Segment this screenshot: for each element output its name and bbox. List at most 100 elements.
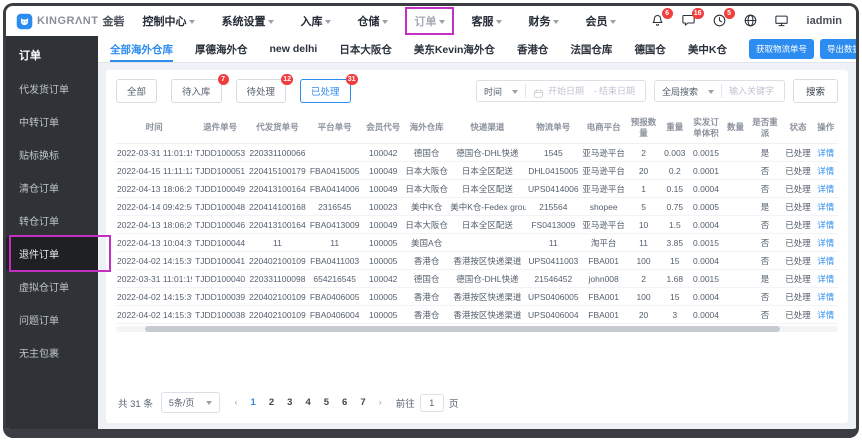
cell: 2022-04-13 18:06:20 <box>116 179 193 199</box>
page-button-5[interactable]: 5 <box>324 397 329 408</box>
sidebar-item-8[interactable]: 问题订单 <box>6 303 98 336</box>
column-header: 重量 <box>660 112 689 145</box>
monitor-icon[interactable] <box>774 13 790 29</box>
username[interactable]: iadmin <box>807 15 842 27</box>
nav-item-5[interactable]: 订单 <box>405 7 455 35</box>
status-filter-1[interactable]: 全部 <box>116 79 158 103</box>
goto-label: 前往 <box>395 398 415 410</box>
table-row: 2022-04-13 18:06:20 TJDD100046 22041310016… <box>116 215 838 235</box>
page-button-2[interactable]: 2 <box>269 397 274 408</box>
warehouse-tab-3[interactable]: new delhi <box>270 36 318 62</box>
search-button[interactable]: 搜索 <box>792 79 838 103</box>
keyword-input[interactable] <box>721 86 784 96</box>
sidebar-item-7[interactable]: 虚拟仓订单 <box>6 270 98 303</box>
cell: 否 <box>747 161 783 181</box>
calendar-icon <box>533 86 544 98</box>
logo-text-cn: 金砦 <box>102 16 125 28</box>
prev-page-button[interactable]: ‹ <box>234 397 237 408</box>
time-select[interactable]: 时间 <box>477 85 525 98</box>
warehouse-tab-1[interactable]: 全部海外仓库 <box>110 36 173 62</box>
cell: 0.0015 <box>688 233 724 253</box>
cell: 2022-03-31 11:01:19 <box>116 269 193 289</box>
detail-link[interactable]: 详情 <box>813 287 838 307</box>
sidebar-item-2[interactable]: 中转订单 <box>6 105 98 138</box>
detail-link[interactable]: 详情 <box>813 161 838 181</box>
bell-badge: 6 <box>661 8 673 19</box>
detail-link[interactable]: 详情 <box>813 215 838 235</box>
nav-item-1[interactable]: 控制中心 <box>142 13 196 29</box>
globe-icon[interactable] <box>743 13 759 29</box>
bell-icon[interactable]: 6 <box>650 8 673 29</box>
detail-link[interactable]: 详情 <box>813 197 838 217</box>
divider <box>524 84 526 98</box>
warehouse-tab-8[interactable]: 德国仓 <box>634 36 666 62</box>
page-button-7[interactable]: 7 <box>360 397 365 408</box>
nav-item-6[interactable]: 客服 <box>471 13 503 29</box>
sidebar-item-3[interactable]: 贴标换标 <box>6 138 98 171</box>
cell: 0.15 <box>660 179 689 199</box>
cell: TJDD100051 <box>192 161 248 181</box>
cell: FBA0406005 <box>306 287 363 307</box>
cell: 220331100098 <box>247 269 307 289</box>
warehouse-tab-2[interactable]: 厚德海外仓 <box>195 36 248 62</box>
page-button-1[interactable]: 1 <box>251 397 256 408</box>
status-filter-2[interactable]: 待入库 7 <box>171 74 229 103</box>
sidebar-item-5[interactable]: 转仓订单 <box>6 204 98 237</box>
cell: 亚马逊平台 <box>581 179 627 199</box>
sidebar-item-1[interactable]: 代发货订单 <box>6 72 98 105</box>
warehouse-tab-6[interactable]: 香港仓 <box>517 36 549 62</box>
message-icon[interactable]: 16 <box>681 8 704 29</box>
cell: 0.0005 <box>688 197 724 217</box>
page-button-6[interactable]: 6 <box>342 397 347 408</box>
cell: 美中K仓 <box>404 197 450 217</box>
cell: 已处理 <box>782 305 814 325</box>
orders-table-wrap: 时间 退件单号 代发货单号 平台单号 会员代号 海外仓库 快递渠道 物流单号 电商平台 预报数量重… <box>116 112 838 325</box>
cell: 否 <box>747 233 783 253</box>
horizontal-scrollbar[interactable] <box>116 326 838 333</box>
cell: 0.0015 <box>688 269 724 289</box>
action-button-2[interactable]: 导出数据 <box>820 39 856 59</box>
next-page-button[interactable]: › <box>379 397 382 408</box>
sidebar-item-6[interactable]: 退件订单 <box>6 235 111 272</box>
nav-item-2[interactable]: 系统设置 <box>221 13 275 29</box>
status-filter-3[interactable]: 待处理 12 <box>235 74 294 103</box>
detail-link[interactable]: 详情 <box>813 179 838 199</box>
goto-page-input[interactable] <box>419 393 444 412</box>
warehouse-tab-9[interactable]: 美中K仓 <box>688 36 727 62</box>
column-header: 退件单号 <box>192 112 248 145</box>
scrollbar-thumb[interactable] <box>144 326 781 333</box>
cell: 德国仓 <box>404 269 450 289</box>
nav-item-7[interactable]: 财务 <box>528 13 560 29</box>
column-header: 是否重派 <box>747 112 783 145</box>
nav-item-8[interactable]: 会员 <box>585 13 617 29</box>
frame-body: 订单 代发货订单 中转订单 贴标换标 清仓订单 转仓订单 退件订单 虚拟仓订单 问题订单 无主包… <box>6 36 856 429</box>
warehouse-tab-7[interactable]: 法国仓库 <box>570 36 612 62</box>
nav-item-label: 入库 <box>300 16 323 28</box>
filter-badge: 12 <box>281 74 294 85</box>
clock-icon[interactable]: 5 <box>712 8 735 29</box>
search-scope-select[interactable]: 全局搜索 <box>655 85 721 98</box>
warehouse-tab-5[interactable]: 美东Kevin海外仓 <box>414 36 495 62</box>
cell: 100005 <box>362 233 405 253</box>
page-size-select[interactable]: 5条/页 <box>160 392 221 413</box>
sidebar-item-9[interactable]: 无主包裹 <box>6 336 98 369</box>
app-window: KINGRΛNT 金砦 控制中心 系统设置 入库 仓储 订单 客服 财务 会员 6 16 5 <box>3 3 859 438</box>
cell <box>306 143 363 163</box>
date-start-input[interactable] <box>547 86 592 96</box>
nav-item-4[interactable]: 仓储 <box>357 13 389 29</box>
sidebar-item-4[interactable]: 清仓订单 <box>6 171 98 204</box>
page-button-3[interactable]: 3 <box>287 397 292 408</box>
detail-link[interactable]: 详情 <box>813 269 838 289</box>
date-end-input[interactable] <box>598 86 645 96</box>
detail-link[interactable]: 详情 <box>813 251 838 271</box>
warehouse-tab-4[interactable]: 日本大阪仓 <box>339 36 392 62</box>
cell: FBA001 <box>581 251 627 271</box>
detail-link[interactable]: 详情 <box>813 143 838 163</box>
page-button-4[interactable]: 4 <box>305 397 310 408</box>
detail-link[interactable]: 详情 <box>813 233 838 253</box>
status-filter-4[interactable]: 已处理 31 <box>300 74 358 103</box>
nav-item-3[interactable]: 入库 <box>300 13 332 29</box>
action-button-1[interactable]: 获取物流单号 <box>749 39 815 59</box>
detail-link[interactable]: 详情 <box>813 305 838 325</box>
cell: 215564 <box>525 197 582 217</box>
